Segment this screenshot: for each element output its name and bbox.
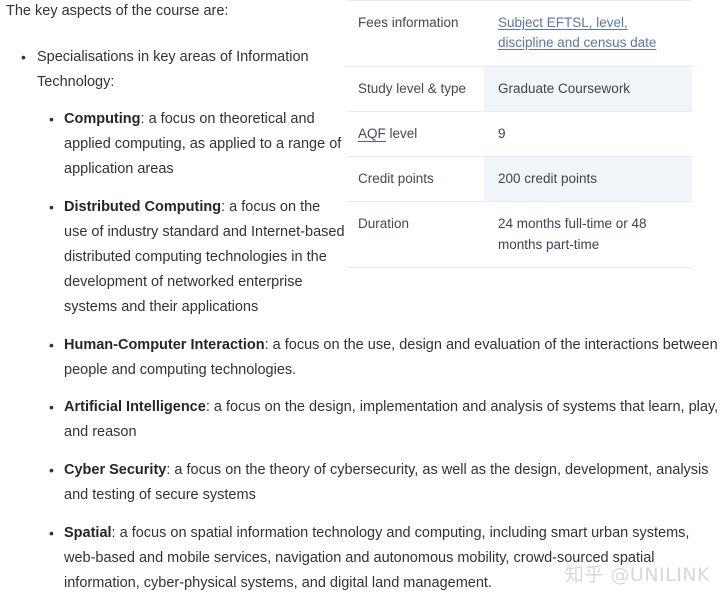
specialisation-term-cyber-security: Cyber Security xyxy=(64,462,167,479)
specialisation-term-spatial: Spatial xyxy=(64,525,112,542)
page-root: Fees information Subject EFTSL, level, d… xyxy=(0,0,720,593)
specialisations-sublist: Computing: a focus on theoretical and ap… xyxy=(37,107,720,596)
specialisation-desc-spatial: : a focus on spatial information technol… xyxy=(64,525,690,592)
specialisation-term-artificial-intelligence: Artificial Intelligence xyxy=(64,399,206,416)
list-item: Cyber Security: a focus on the theory of… xyxy=(37,458,720,508)
specialisations-heading: Specialisations in key areas of Informat… xyxy=(37,49,309,91)
specialisation-term-computing: Computing xyxy=(64,111,141,128)
key-aspects-list: Specialisations in key areas of Informat… xyxy=(0,45,720,596)
list-item: Human-Computer Interaction: a focus on t… xyxy=(37,333,720,383)
list-item: Computing: a focus on theoretical and ap… xyxy=(37,107,720,182)
list-item: Spatial: a focus on spatial information … xyxy=(37,521,720,596)
specialisation-term-human-computer-interaction: Human-Computer Interaction xyxy=(64,336,265,353)
list-item: Specialisations in key areas of Informat… xyxy=(0,45,720,596)
specialisation-term-distributed-computing: Distributed Computing xyxy=(64,198,222,215)
list-item: Artificial Intelligence: a focus on the … xyxy=(37,395,720,445)
specialisation-desc-distributed-computing: : a focus on the use of industry standar… xyxy=(64,198,345,315)
list-item: Distributed Computing: a focus on the us… xyxy=(37,195,720,320)
